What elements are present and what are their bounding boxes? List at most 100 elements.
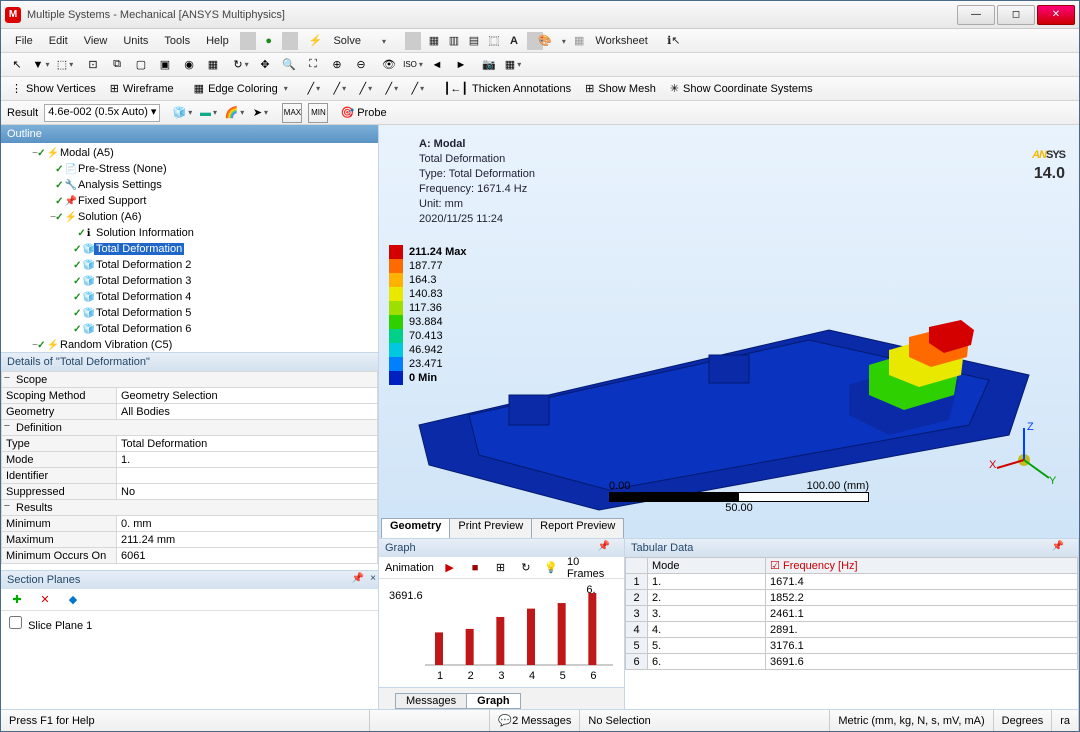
wireframe-button[interactable]: ⊞ Wireframe <box>106 82 178 95</box>
tree-node[interactable]: 🧊Total Deformation 4 <box>3 289 378 305</box>
solve-button[interactable]: ⚡Solve <box>301 31 402 51</box>
dist-icon[interactable]: ⊞ <box>491 558 510 578</box>
tree-node[interactable]: 🧊Total Deformation 3 <box>3 273 378 289</box>
tool-icon-5[interactable]: A <box>504 31 524 51</box>
zoom-in-icon[interactable]: ⊕ <box>327 55 347 75</box>
menu-tools[interactable]: Tools <box>156 33 198 49</box>
node-select-icon[interactable]: ◉ <box>179 55 199 75</box>
menu-help[interactable]: Help <box>198 33 237 49</box>
tree-node[interactable]: 📄Pre-Stress (None) <box>3 161 378 177</box>
vector-icon[interactable]: ➤ <box>250 103 270 123</box>
next-view-icon[interactable]: ► <box>451 55 471 75</box>
contour-style-icon[interactable]: 🧊 <box>172 103 192 123</box>
tool-icon-4[interactable]: ⿴ <box>484 31 504 51</box>
slice-plane-checkbox[interactable] <box>9 616 22 629</box>
edge-coloring-button[interactable]: ▦ Edge Coloring <box>190 82 292 95</box>
show-cs-button[interactable]: ✳ Show Coordinate Systems <box>666 82 817 95</box>
pin-icon[interactable]: 📌 <box>352 573 364 584</box>
tree-node[interactable]: 🧊Total Deformation 5 <box>3 305 378 321</box>
tree-node[interactable]: −⚡Solution (A6) <box>3 209 378 225</box>
svg-text:5: 5 <box>560 670 566 682</box>
slice-plane-item[interactable]: Slice Plane 1 <box>5 620 92 632</box>
min-tag-icon[interactable]: MIN <box>308 103 328 123</box>
add-plane-icon[interactable]: ✚ <box>7 590 27 610</box>
tab-print-preview[interactable]: Print Preview <box>449 518 532 538</box>
menu-view[interactable]: View <box>76 33 116 49</box>
edge-opt-4[interactable]: ╱ <box>382 79 402 99</box>
show-vertices-button[interactable]: ⋮ Show Vertices <box>7 82 100 95</box>
menu-edit[interactable]: Edit <box>41 33 76 49</box>
minimize-button[interactable]: — <box>957 5 995 25</box>
palette-result-icon[interactable]: 🌈 <box>224 103 244 123</box>
close-button[interactable]: ✕ <box>1037 5 1075 25</box>
graphics-viewport[interactable]: A: Modal Total Deformation Type: Total D… <box>379 125 1079 539</box>
probe-button[interactable]: 🎯 Probe <box>340 106 386 119</box>
look-at-icon[interactable]: 👁 <box>379 55 399 75</box>
manage-views-icon[interactable]: ▦ <box>503 55 523 75</box>
select-mode-icon[interactable]: ⬚ <box>55 55 75 75</box>
status-messages[interactable]: 💬 2 Messages <box>490 710 580 731</box>
tab-messages[interactable]: Messages <box>395 693 467 709</box>
face-select-icon[interactable]: ▢ <box>131 55 151 75</box>
body-select-icon[interactable]: ▣ <box>155 55 175 75</box>
result-scale-combo[interactable]: 4.6e-002 (0.5x Auto) ▾ <box>44 104 160 122</box>
check-icon[interactable]: ● <box>259 31 279 51</box>
zoom-fit-icon[interactable]: ⛶ <box>303 55 323 75</box>
maximize-button[interactable]: ◻ <box>997 5 1035 25</box>
vertex-select-icon[interactable]: ⊡ <box>83 55 103 75</box>
details-panel[interactable]: ScopeScoping MethodGeometry SelectionGeo… <box>1 371 378 571</box>
rotate-icon[interactable]: ↻ <box>231 55 251 75</box>
delete-plane-icon[interactable]: ✕ <box>35 590 55 610</box>
show-mesh-button[interactable]: ⊞ Show Mesh <box>581 82 660 95</box>
edge-opt-3[interactable]: ╱ <box>356 79 376 99</box>
cycle-icon[interactable]: ↻ <box>516 558 535 578</box>
edge-opt-5[interactable]: ╱ <box>408 79 428 99</box>
menu-file[interactable]: File <box>7 33 41 49</box>
menu-units[interactable]: Units <box>115 33 156 49</box>
outline-tree[interactable]: −⚡Modal (A5)📄Pre-Stress (None)🔧Analysis … <box>1 143 378 353</box>
max-tag-icon[interactable]: MAX <box>282 103 302 123</box>
tool-icon-3[interactable]: ▤ <box>464 31 484 51</box>
tree-node[interactable]: 🔧Analysis Settings <box>3 177 378 193</box>
tree-node[interactable]: 📌Fixed Support <box>3 193 378 209</box>
edge-opt-2[interactable]: ╱ <box>330 79 350 99</box>
element-select-icon[interactable]: ▦ <box>203 55 223 75</box>
edge-opt-1[interactable]: ╱ <box>304 79 324 99</box>
tool-icon-1[interactable]: ▦ <box>424 31 444 51</box>
toggle-plane-icon[interactable]: ◆ <box>63 590 83 610</box>
pin-icon[interactable]: 📌 <box>1052 541 1064 552</box>
prev-view-icon[interactable]: ◄ <box>427 55 447 75</box>
statusbar: Press F1 for Help 💬 2 Messages No Select… <box>1 709 1079 731</box>
worksheet-button[interactable]: ▦Worksheet <box>566 31 664 51</box>
tree-node[interactable]: −⚡Random Vibration (C5) <box>3 337 378 353</box>
tree-node[interactable]: 🧊Total Deformation <box>3 241 378 257</box>
stop-icon[interactable]: ■ <box>465 558 484 578</box>
play-icon[interactable]: ▶ <box>440 558 459 578</box>
zoom-out-icon[interactable]: ⊖ <box>351 55 371 75</box>
triad-icon[interactable]: Z X Y <box>989 420 1059 490</box>
tabular-data-table[interactable]: Mode☑ Frequency [Hz]11.1671.422.1852.233… <box>625 557 1078 670</box>
edge-style-icon[interactable]: ▬ <box>198 103 218 123</box>
tab-report-preview[interactable]: Report Preview <box>531 518 624 538</box>
zoom-box-icon[interactable]: 🔍 <box>279 55 299 75</box>
pan-icon[interactable]: ✥ <box>255 55 275 75</box>
titlebar: M Multiple Systems - Mechanical [ANSYS M… <box>1 1 1079 29</box>
bulb-icon[interactable]: 💡 <box>542 558 561 578</box>
pin-icon[interactable]: 📌 <box>598 541 610 552</box>
tab-graph[interactable]: Graph <box>466 693 520 709</box>
capture-icon[interactable]: 📷 <box>479 55 499 75</box>
tree-node[interactable]: −⚡Modal (A5) <box>3 145 378 161</box>
tool-icon-2[interactable]: ▥ <box>444 31 464 51</box>
panel-close-icon[interactable]: × <box>370 573 376 584</box>
tab-geometry[interactable]: Geometry <box>381 518 450 538</box>
palette-icon[interactable]: 🎨 <box>546 31 566 51</box>
filter-icon[interactable]: ▼ <box>31 55 51 75</box>
info-cursor-icon[interactable]: ℹ↖ <box>664 31 684 51</box>
tree-node[interactable]: ℹSolution Information <box>3 225 378 241</box>
iso-icon[interactable]: ISO <box>403 55 423 75</box>
cursor-icon[interactable]: ↖ <box>7 55 27 75</box>
tree-node[interactable]: 🧊Total Deformation 2 <box>3 257 378 273</box>
tree-node[interactable]: 🧊Total Deformation 6 <box>3 321 378 337</box>
edge-select-icon[interactable]: ⧉ <box>107 55 127 75</box>
thicken-button[interactable]: ┃←┃ Thicken Annotations <box>440 82 575 95</box>
